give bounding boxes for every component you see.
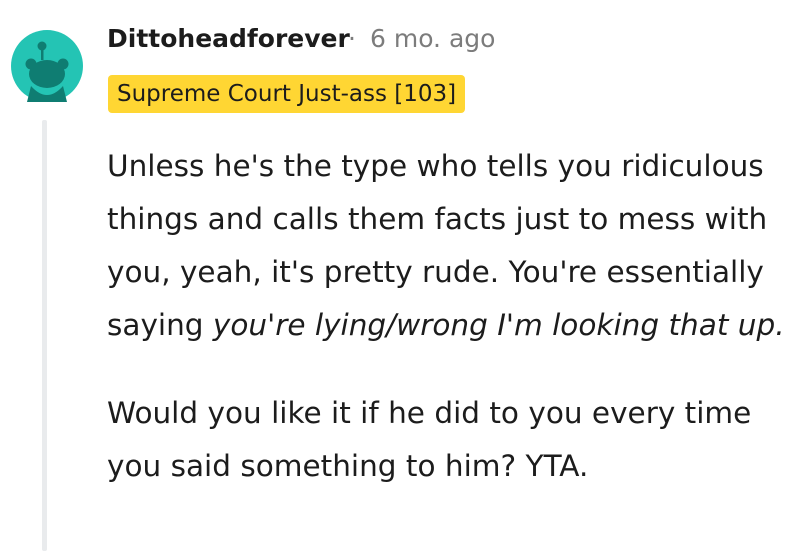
paragraph-italic-text: you're lying/wrong I'm looking that up. (212, 308, 785, 342)
meta-separator: · (348, 24, 356, 53)
thread-line[interactable] (42, 120, 47, 551)
comment-author[interactable]: Dittoheadforever (107, 24, 350, 53)
comment-timestamp[interactable]: 6 mo. ago (370, 24, 495, 53)
avatar[interactable] (11, 30, 83, 102)
comment-body: Unless he's the type who tells you ridic… (107, 140, 797, 493)
user-flair: Supreme Court Just-ass [103] (108, 75, 466, 113)
comment-paragraph: Would you like it if he did to you every… (107, 387, 797, 493)
comment-paragraph: Unless he's the type who tells you ridic… (107, 140, 797, 352)
paragraph-text: Would you like it if he did to you every… (107, 396, 752, 483)
snoo-avatar-icon (11, 30, 83, 102)
